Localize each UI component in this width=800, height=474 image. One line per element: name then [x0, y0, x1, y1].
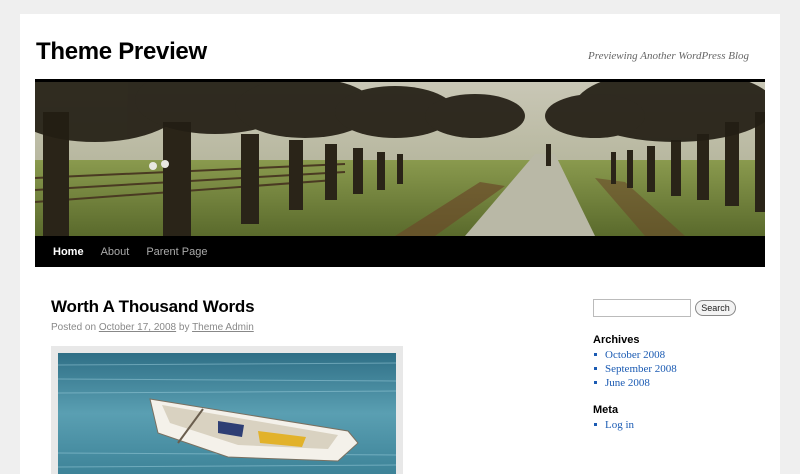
meta-item: Log in [593, 418, 634, 432]
post-title[interactable]: Worth A Thousand Words [51, 297, 255, 317]
nav-item-parent-page[interactable]: Parent Page [146, 246, 207, 258]
archive-item: September 2008 [593, 362, 677, 376]
boat-image[interactable] [58, 353, 396, 474]
archives-list: October 2008 September 2008 June 2008 [593, 348, 677, 390]
meta-list: Log in [593, 418, 634, 432]
archives-title: Archives [593, 334, 640, 346]
meta-title: Meta [593, 404, 619, 416]
post-meta: Posted on October 17, 2008 by Theme Admi… [51, 322, 254, 333]
archive-link-september-2008[interactable]: September 2008 [605, 363, 677, 375]
posted-on-label: Posted on [51, 322, 97, 333]
post-image-frame [51, 346, 403, 474]
main-navigation: Home About Parent Page [35, 236, 765, 267]
nav-item-about[interactable]: About [101, 246, 130, 258]
post-date-link[interactable]: October 17, 2008 [99, 322, 176, 333]
site-title[interactable]: Theme Preview [36, 38, 207, 66]
search-input[interactable] [593, 299, 691, 317]
archive-link-october-2008[interactable]: October 2008 [605, 349, 665, 361]
site-description: Previewing Another WordPress Blog [587, 50, 749, 62]
login-link[interactable]: Log in [605, 419, 634, 431]
archive-item: June 2008 [593, 376, 677, 390]
nav-item-home[interactable]: Home [53, 246, 84, 258]
page: Theme Preview Previewing Another WordPre… [20, 14, 780, 474]
archive-item: October 2008 [593, 348, 677, 362]
archive-link-june-2008[interactable]: June 2008 [605, 377, 650, 389]
author-link[interactable]: Theme Admin [192, 322, 254, 333]
search-button[interactable]: Search [695, 300, 736, 316]
tree-avenue-image [35, 82, 765, 236]
rowboat-photo [58, 353, 396, 474]
header-image [35, 82, 765, 236]
by-label: by [178, 322, 190, 333]
